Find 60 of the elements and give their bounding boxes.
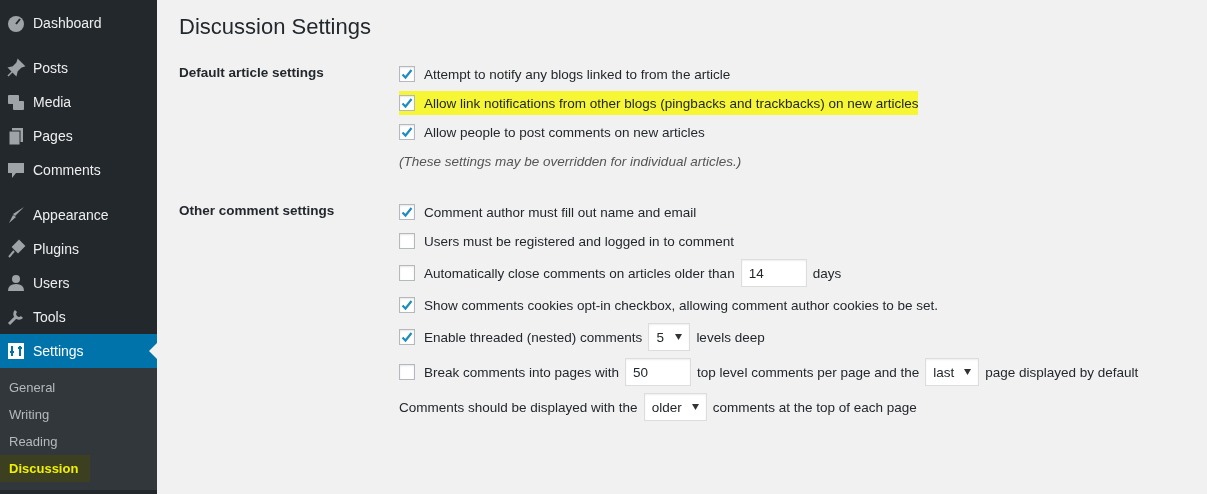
option-label: top level comments per page and the [697,364,920,380]
sidebar-item[interactable]: Media [0,85,157,119]
section-label: Default article settings [179,64,325,80]
option-label: Allow link notifications from other blogs (pingbacks and trackbacks) on new articles [424,95,919,111]
checkbox[interactable] [399,95,415,111]
checkbox[interactable] [399,329,415,345]
caret-icon [691,404,699,410]
sidebar-item[interactable]: Users [0,266,157,300]
dropdown[interactable]: last [925,358,980,386]
checkbox[interactable] [399,297,415,313]
menu-icon [6,205,26,225]
section-label: Other comment settings [179,202,336,218]
option-label: comments at the top of each page [712,399,917,415]
checkbox[interactable] [399,233,415,249]
menu-icon [6,341,26,361]
option-label: Enable threaded (nested) comments [424,329,643,345]
checkbox[interactable] [399,265,415,281]
option-label: Attempt to notify any blogs linked to from the article [424,66,731,82]
sidebar-item[interactable]: Comments [0,153,157,187]
menu-icon [6,273,26,293]
submenu-item[interactable]: General [0,374,157,401]
menu-icon [6,307,26,327]
option-label: Break comments into pages with [424,364,620,380]
menu-icon [6,92,26,112]
sidebar-item[interactable]: Posts [0,51,157,85]
note-text: (These settings may be overridden for individual articles.) [399,153,742,169]
menu-icon [6,58,26,78]
option-label: page displayed by default [985,364,1139,380]
sidebar-item[interactable]: Settings [0,334,157,368]
caret-icon [964,369,972,375]
option-label: Automatically close comments on articles older than [424,265,735,281]
sidebar-item[interactable]: Pages [0,119,157,153]
checkbox[interactable] [399,124,415,140]
dropdown[interactable]: older [643,393,707,421]
sidebar-item[interactable]: Appearance [0,198,157,232]
submenu-item[interactable]: Writing [0,401,157,428]
sidebar-item[interactable]: Tools [0,300,157,334]
option-label: Show comments cookies opt-in checkbox, allowing comment author cookies to be set. [424,297,938,313]
option-label: levels deep [696,329,765,345]
sidebar-item[interactable]: Plugins [0,232,157,266]
page-title: Discussion Settings [179,14,371,40]
option-label: Comments should be displayed with the [399,399,638,415]
sidebar-item[interactable]: Dashboard [0,6,157,40]
menu-icon [6,13,26,33]
checkbox[interactable] [399,204,415,220]
option-label: Comment author must fill out name and email [424,204,697,220]
checkbox[interactable] [399,66,415,82]
option-label: Users must be registered and logged in to comment [424,233,734,249]
menu-icon [6,160,26,180]
option-label: Allow people to post comments on new articles [424,124,705,140]
menu-icon [6,126,26,146]
submenu-item[interactable]: Discussion [0,455,91,482]
checkbox[interactable] [399,364,415,380]
caret-icon [675,334,683,340]
submenu-item[interactable]: Reading [0,428,157,455]
number-field[interactable]: 14 [740,259,807,287]
option-label: days [812,265,842,281]
menu-icon [6,239,26,259]
number-field[interactable]: 50 [625,358,692,386]
dropdown[interactable]: 5 [648,323,691,351]
